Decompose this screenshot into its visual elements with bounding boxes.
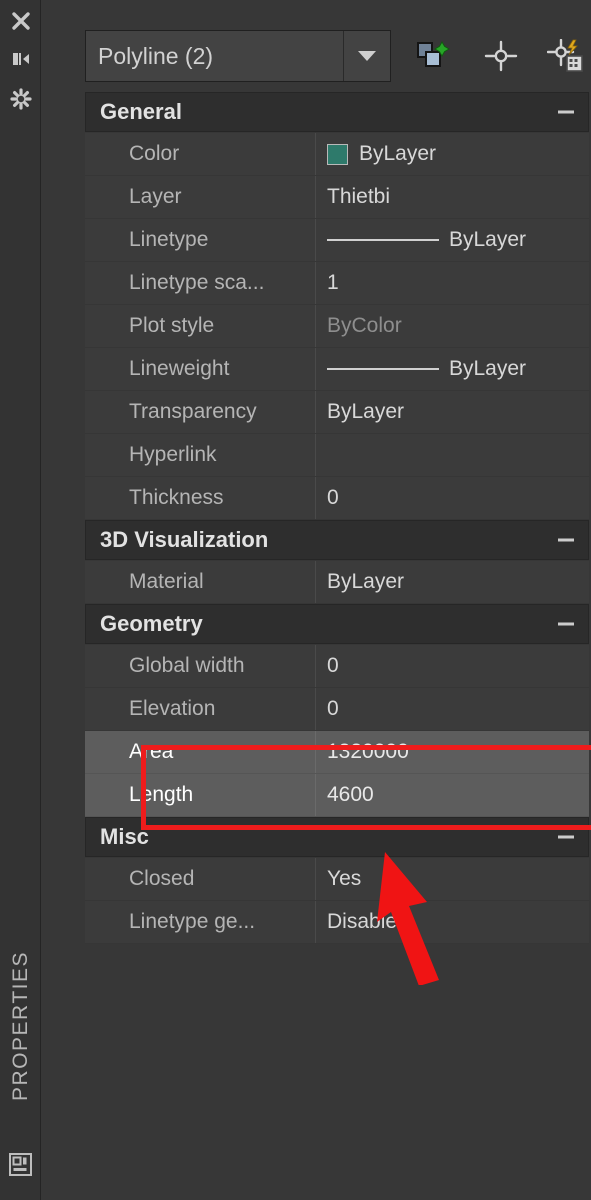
- collapse-minus-icon[interactable]: [558, 110, 574, 114]
- property-label: Lineweight: [85, 348, 316, 390]
- property-value-text: 0: [327, 654, 339, 677]
- property-label: Length: [85, 774, 316, 816]
- property-value[interactable]: 1: [316, 262, 589, 304]
- property-label: Layer: [85, 176, 316, 218]
- property-row[interactable]: Linetype ge... Disabled: [85, 901, 589, 944]
- property-value-text: ByLayer: [449, 228, 527, 251]
- property-row[interactable]: Plot style ByColor: [85, 305, 589, 348]
- property-row[interactable]: Lineweight ByLayer: [85, 348, 589, 391]
- property-value-text: Disabled: [327, 910, 409, 933]
- object-type-combo[interactable]: Polyline (2): [85, 30, 391, 82]
- settings-gear-icon[interactable]: [0, 82, 41, 116]
- close-icon[interactable]: [0, 4, 41, 38]
- section-header-geometry[interactable]: Geometry: [85, 604, 589, 644]
- property-value-text: ByLayer: [327, 400, 405, 423]
- property-value-text: 4600: [327, 783, 374, 806]
- property-row[interactable]: Area 1320000: [85, 731, 589, 774]
- section-header-misc[interactable]: Misc: [85, 817, 589, 857]
- section-title: Geometry: [100, 611, 203, 636]
- property-label: Area: [85, 731, 316, 773]
- property-row[interactable]: Closed Yes: [85, 858, 589, 901]
- auto-hide-icon[interactable]: [0, 42, 41, 76]
- property-value-text: Yes: [327, 867, 362, 890]
- property-value[interactable]: ByLayer: [316, 561, 589, 603]
- property-row[interactable]: Linetype sca... 1: [85, 262, 589, 305]
- property-row[interactable]: Color ByLayer: [85, 133, 589, 176]
- property-row[interactable]: Layer Thietbi: [85, 176, 589, 219]
- section-header-3d-visualization[interactable]: 3D Visualization: [85, 520, 589, 560]
- property-label: Global width: [85, 645, 316, 687]
- property-value[interactable]: ByLayer: [316, 219, 589, 261]
- property-value[interactable]: ByLayer: [316, 348, 589, 390]
- quick-calc-button[interactable]: [541, 32, 589, 80]
- property-value-text: 1: [327, 271, 339, 294]
- property-label: Material: [85, 561, 316, 603]
- property-value[interactable]: Thietbi: [316, 176, 589, 218]
- property-row[interactable]: Transparency ByLayer: [85, 391, 589, 434]
- property-row[interactable]: Global width 0: [85, 645, 589, 688]
- linetype-preview-icon: [327, 368, 439, 370]
- color-swatch-icon: [327, 143, 348, 165]
- property-label: Elevation: [85, 688, 316, 730]
- linetype-preview-icon: [327, 239, 439, 241]
- panel-title-vertical: PROPERTIES: [0, 926, 41, 1126]
- property-value-text: 0: [327, 486, 339, 509]
- property-value[interactable]: 0: [316, 688, 589, 730]
- panel-title-label: PROPERTIES: [8, 951, 32, 1101]
- property-value-text: ByLayer: [327, 570, 405, 593]
- property-label: Closed: [85, 858, 316, 900]
- select-objects-button[interactable]: [409, 32, 457, 80]
- property-label: Plot style: [85, 305, 316, 347]
- quick-select-button[interactable]: [477, 32, 525, 80]
- property-row[interactable]: Linetype ByLayer: [85, 219, 589, 262]
- property-value[interactable]: Yes: [316, 858, 589, 900]
- property-row[interactable]: Thickness 0: [85, 477, 589, 520]
- panel-dock-icon[interactable]: [7, 1151, 34, 1178]
- property-label: Linetype ge...: [85, 901, 316, 943]
- property-value[interactable]: Disabled: [316, 901, 589, 943]
- section-title: General: [100, 99, 182, 124]
- property-label: Linetype: [85, 219, 316, 261]
- section-header-general[interactable]: General: [85, 92, 589, 132]
- property-row[interactable]: Material ByLayer: [85, 561, 589, 604]
- collapse-minus-icon[interactable]: [558, 622, 574, 626]
- property-value[interactable]: ByColor: [316, 305, 589, 347]
- property-value-text: ByColor: [327, 314, 402, 337]
- property-value[interactable]: 1320000: [316, 731, 589, 773]
- property-label: Color: [85, 133, 316, 175]
- property-value[interactable]: ByLayer: [316, 133, 589, 175]
- section-title: 3D Visualization: [100, 527, 269, 552]
- object-type-value: Polyline (2): [98, 42, 214, 69]
- property-value[interactable]: [316, 434, 589, 476]
- property-row[interactable]: Length 4600: [85, 774, 589, 817]
- collapse-minus-icon[interactable]: [558, 835, 574, 839]
- property-row[interactable]: Hyperlink: [85, 434, 589, 477]
- property-value-text: 1320000: [327, 740, 409, 763]
- collapse-minus-icon[interactable]: [558, 538, 574, 542]
- property-label: Hyperlink: [85, 434, 316, 476]
- property-value[interactable]: 0: [316, 645, 589, 687]
- property-label: Transparency: [85, 391, 316, 433]
- property-row[interactable]: Elevation 0: [85, 688, 589, 731]
- property-label: Linetype sca...: [85, 262, 316, 304]
- panel-left-rail: PROPERTIES: [0, 0, 41, 1200]
- properties-panel: Polyline (2) General Color ByLayer Layer…: [41, 0, 591, 1200]
- property-value-text: Thietbi: [327, 185, 391, 208]
- property-value-text: ByLayer: [449, 357, 527, 380]
- property-value[interactable]: 0: [316, 477, 589, 519]
- object-selector-bar: Polyline (2): [85, 30, 589, 82]
- property-value[interactable]: ByLayer: [316, 391, 589, 433]
- property-grid: General Color ByLayer Layer Thietbi Linetype B…: [85, 92, 589, 944]
- section-title: Misc: [100, 824, 149, 849]
- property-value-text: ByLayer: [359, 142, 437, 165]
- property-label: Thickness: [85, 477, 316, 519]
- chevron-down-icon[interactable]: [343, 31, 390, 81]
- property-value-text: 0: [327, 697, 339, 720]
- property-value[interactable]: 4600: [316, 774, 589, 816]
